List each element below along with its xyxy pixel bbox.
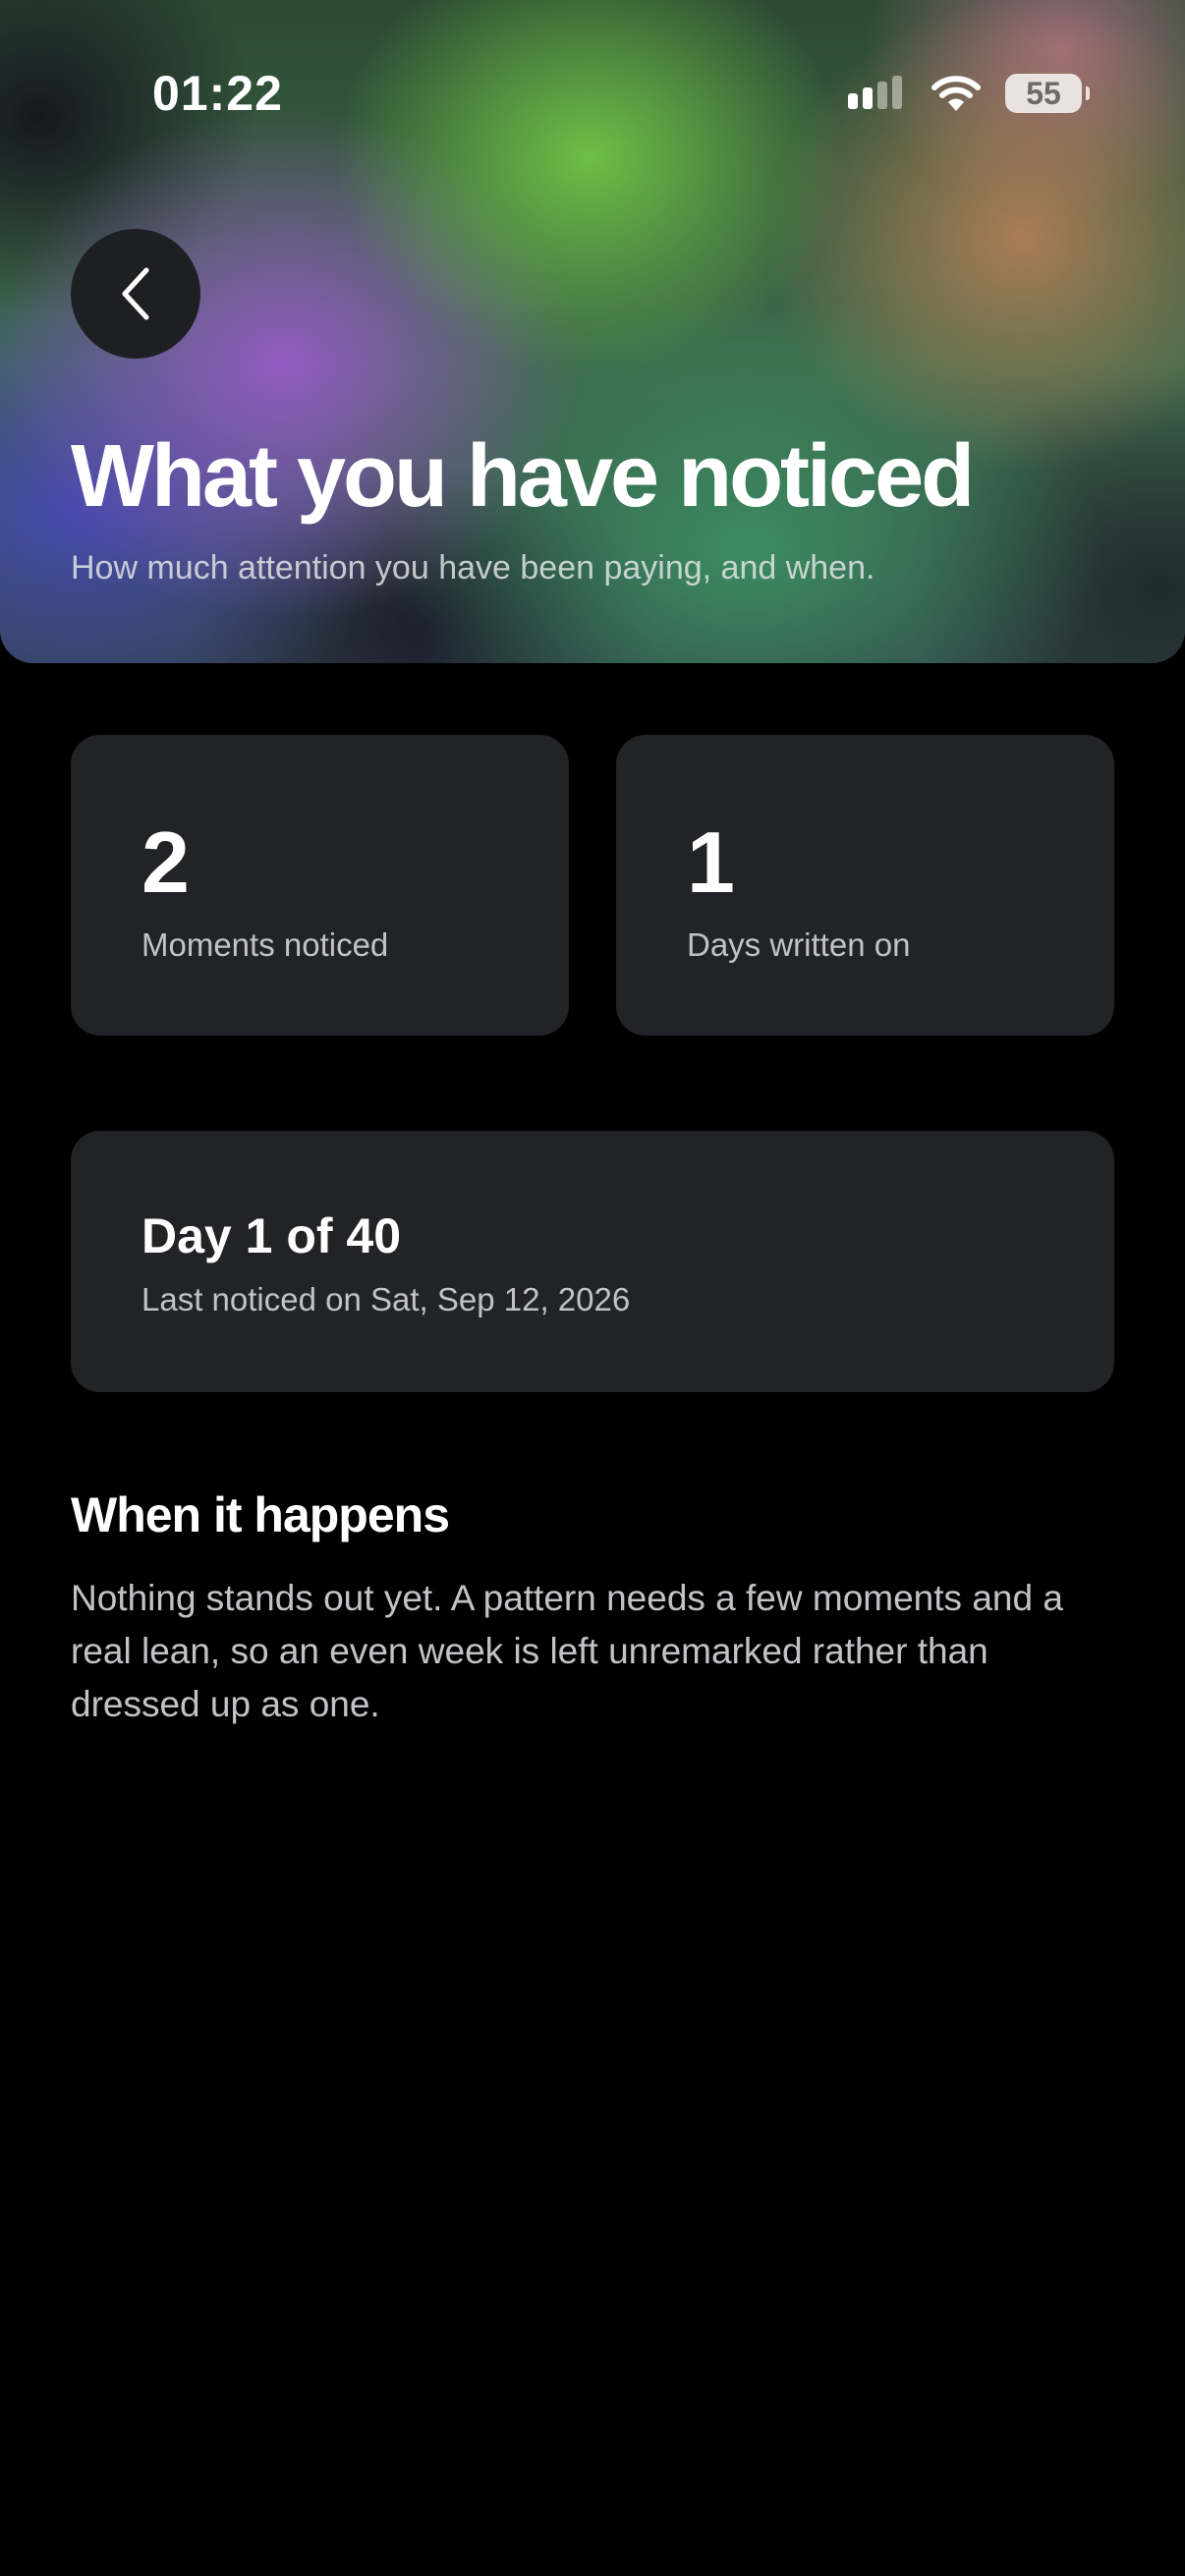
section-heading: When it happens — [71, 1487, 450, 1542]
moments-noticed-label: Moments noticed — [141, 926, 389, 963]
page-subtitle: How much attention you have been paying,… — [71, 549, 875, 587]
days-written-label: Days written on — [687, 926, 911, 963]
battery-level: 55 — [1026, 75, 1061, 111]
day-progress-title: Day 1 of 40 — [141, 1208, 402, 1263]
section-body: Nothing stands out yet. A pattern needs … — [71, 1578, 1063, 1724]
signal-icon — [848, 76, 902, 109]
status-icons: 55 — [846, 71, 1090, 116]
status-time: 01:22 — [152, 66, 283, 121]
chevron-left-icon — [122, 267, 149, 320]
hero-header: 01:22 55 What you have noticed How much … — [0, 0, 1185, 663]
moments-noticed-value: 2 — [141, 813, 190, 911]
days-written-value: 1 — [687, 813, 735, 911]
day-progress-card: Day 1 of 40 Last noticed on Sat, Sep 12,… — [71, 1131, 1114, 1392]
battery-icon: 55 — [1005, 74, 1090, 113]
wifi-icon — [931, 76, 981, 111]
back-button[interactable] — [71, 229, 200, 359]
days-written-card: 1 Days written on — [616, 735, 1114, 1036]
page-title: What you have noticed — [71, 427, 975, 526]
last-noticed-text: Last noticed on Sat, Sep 12, 2026 — [141, 1281, 631, 1317]
moments-noticed-card: 2 Moments noticed — [71, 735, 569, 1036]
